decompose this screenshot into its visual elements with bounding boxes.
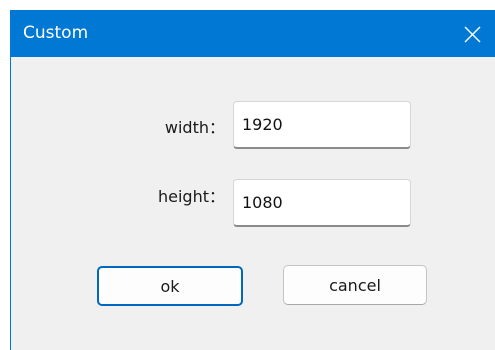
ok-button[interactable]: ok bbox=[97, 266, 243, 306]
height-input[interactable] bbox=[233, 179, 411, 227]
dialog-title: Custom bbox=[23, 23, 89, 43]
close-button[interactable] bbox=[449, 11, 495, 57]
cancel-button-label: cancel bbox=[329, 275, 381, 295]
height-label: height： bbox=[157, 187, 225, 206]
cancel-button[interactable]: cancel bbox=[283, 265, 427, 305]
width-input[interactable] bbox=[233, 101, 411, 149]
ok-button-label: ok bbox=[160, 276, 180, 296]
width-label: width： bbox=[164, 118, 225, 137]
custom-dialog: Custom width： height： ok cancel bbox=[10, 10, 495, 350]
close-icon bbox=[464, 26, 480, 42]
title-bar[interactable]: Custom bbox=[11, 11, 495, 57]
